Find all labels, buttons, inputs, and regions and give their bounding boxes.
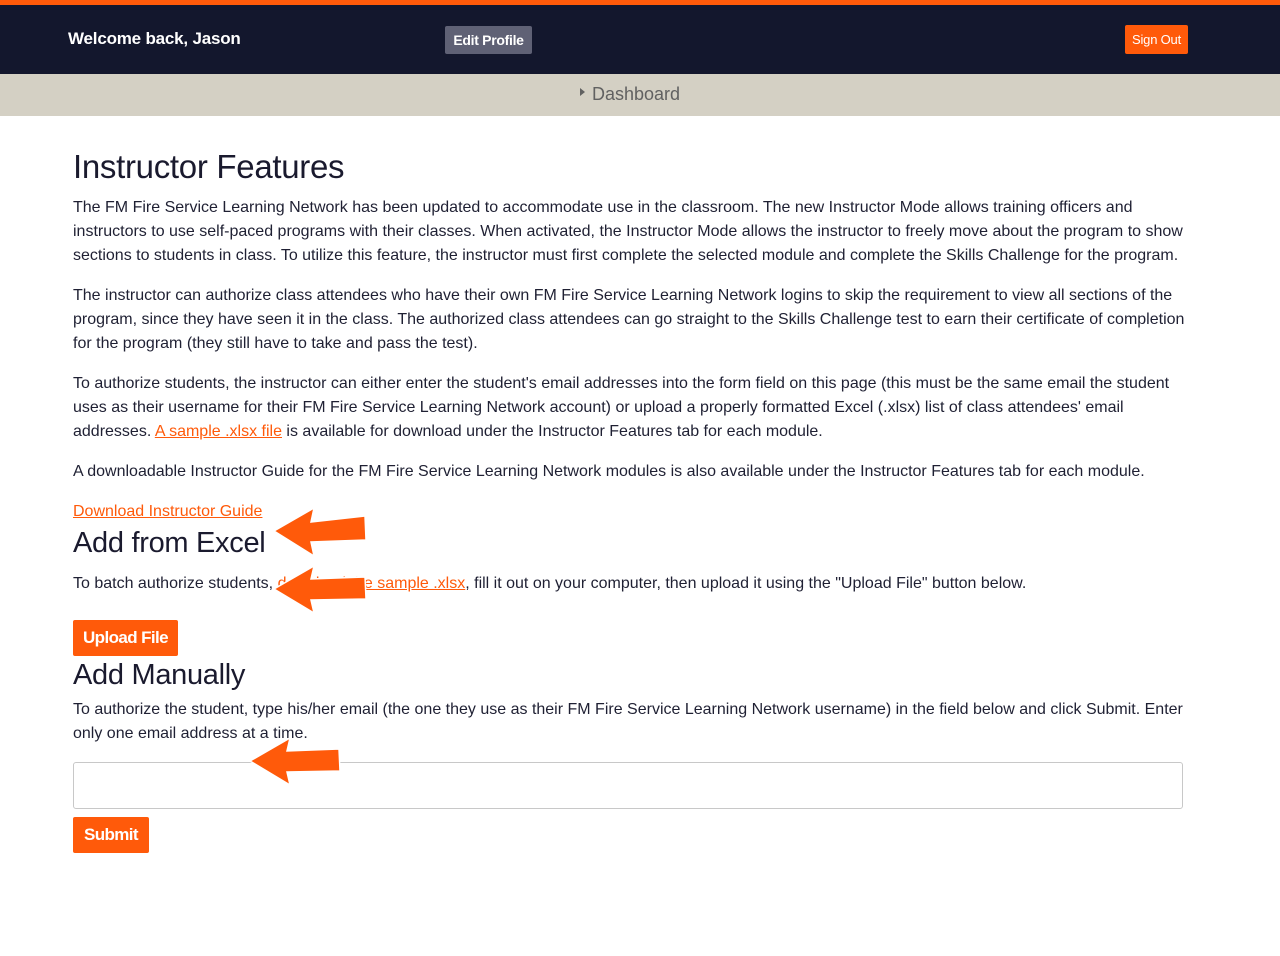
authorize-paragraph: The instructor can authorize class atten…: [73, 287, 1185, 352]
excel-text-end: , fill it out on your computer, then upl…: [465, 575, 1027, 592]
breadcrumb-dashboard-link[interactable]: Dashboard: [580, 84, 680, 105]
add-manually-heading: Add Manually: [73, 659, 246, 691]
excel-text-start: To batch authorize students,: [73, 575, 278, 592]
guide-paragraph: A downloadable Instructor Guide for the …: [73, 463, 1145, 480]
sign-out-button[interactable]: Sign Out: [1125, 25, 1188, 54]
excel-instructions: To batch authorize students, download th…: [73, 572, 1188, 596]
intro-paragraph: The FM Fire Service Learning Network has…: [73, 199, 1183, 264]
upload-file-button[interactable]: Upload File: [73, 620, 178, 656]
orange-arrow-icon: [272, 506, 367, 557]
edit-profile-button[interactable]: Edit Profile: [445, 26, 532, 54]
welcome-text: Welcome back, Jason: [68, 29, 241, 48]
email-input[interactable]: [73, 762, 1183, 809]
orange-arrow-icon: [272, 564, 367, 615]
instructions-paragraph: To authorize students, the instructor ca…: [73, 372, 1188, 444]
caret-right-icon: [580, 87, 585, 96]
instructions-text-end: is available for download under the Inst…: [281, 423, 823, 440]
manual-instructions: To authorize the student, type his/her e…: [73, 701, 1183, 742]
submit-button[interactable]: Submit: [73, 817, 149, 853]
orange-arrow-icon: [248, 736, 341, 787]
main-content: Instructor Features The FM Fire Service …: [73, 146, 1188, 853]
breadcrumb-bar: Dashboard: [0, 74, 1280, 116]
top-header: Welcome back, Jason Edit Profile Sign Ou…: [0, 5, 1280, 74]
page-title: Instructor Features: [73, 148, 345, 185]
breadcrumb-label: Dashboard: [592, 84, 681, 104]
sample-xlsx-link[interactable]: A sample .xlsx file: [155, 423, 282, 440]
add-from-excel-heading: Add from Excel: [73, 527, 266, 559]
download-instructor-guide-link[interactable]: Download Instructor Guide: [73, 500, 262, 524]
